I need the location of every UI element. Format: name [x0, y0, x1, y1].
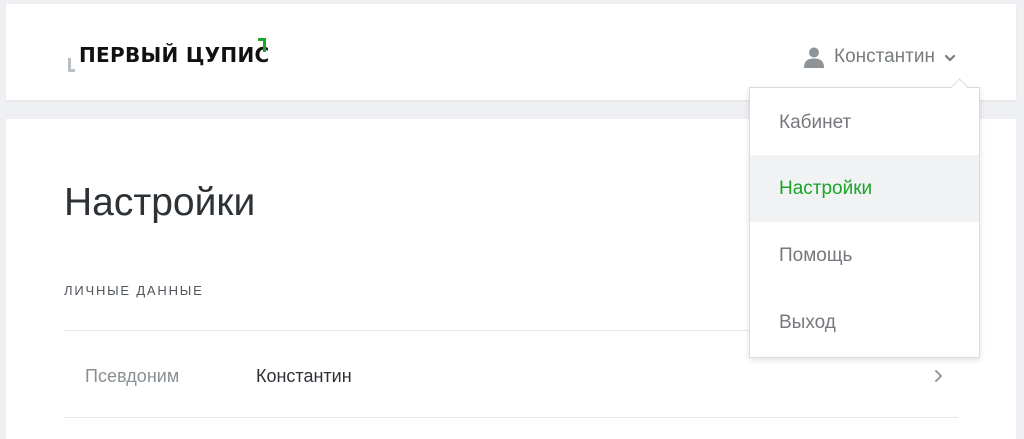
- user-name: Константин: [834, 46, 935, 67]
- user-icon: [803, 46, 825, 68]
- user-dropdown-menu: Кабинет Настройки Помощь Выход: [749, 78, 980, 358]
- chevron-right-icon: [933, 369, 945, 383]
- menu-item-help[interactable]: Помощь: [750, 222, 979, 289]
- logo-bracket-right-icon: [258, 38, 266, 52]
- field-label: Псевдоним: [85, 366, 180, 386]
- menu-item-settings[interactable]: Настройки: [750, 155, 979, 222]
- chevron-down-icon: [944, 51, 956, 63]
- page-title: Настройки: [64, 181, 256, 224]
- divider: [64, 417, 958, 418]
- header: ПЕРВЫЙ ЦУПИС Константин: [6, 4, 1016, 100]
- user-menu-toggle[interactable]: Константин: [803, 44, 956, 70]
- section-title: ЛИЧНЫЕ ДАННЫЕ: [64, 283, 204, 298]
- logo-text: ПЕРВЫЙ ЦУПИС: [79, 43, 270, 67]
- logo-bracket-left-icon: [68, 58, 75, 72]
- field-value: Константин: [256, 366, 352, 386]
- logo[interactable]: ПЕРВЫЙ ЦУПИС: [68, 38, 288, 78]
- menu-item-cabinet[interactable]: Кабинет: [750, 89, 979, 156]
- menu-item-logout[interactable]: Выход: [750, 289, 979, 356]
